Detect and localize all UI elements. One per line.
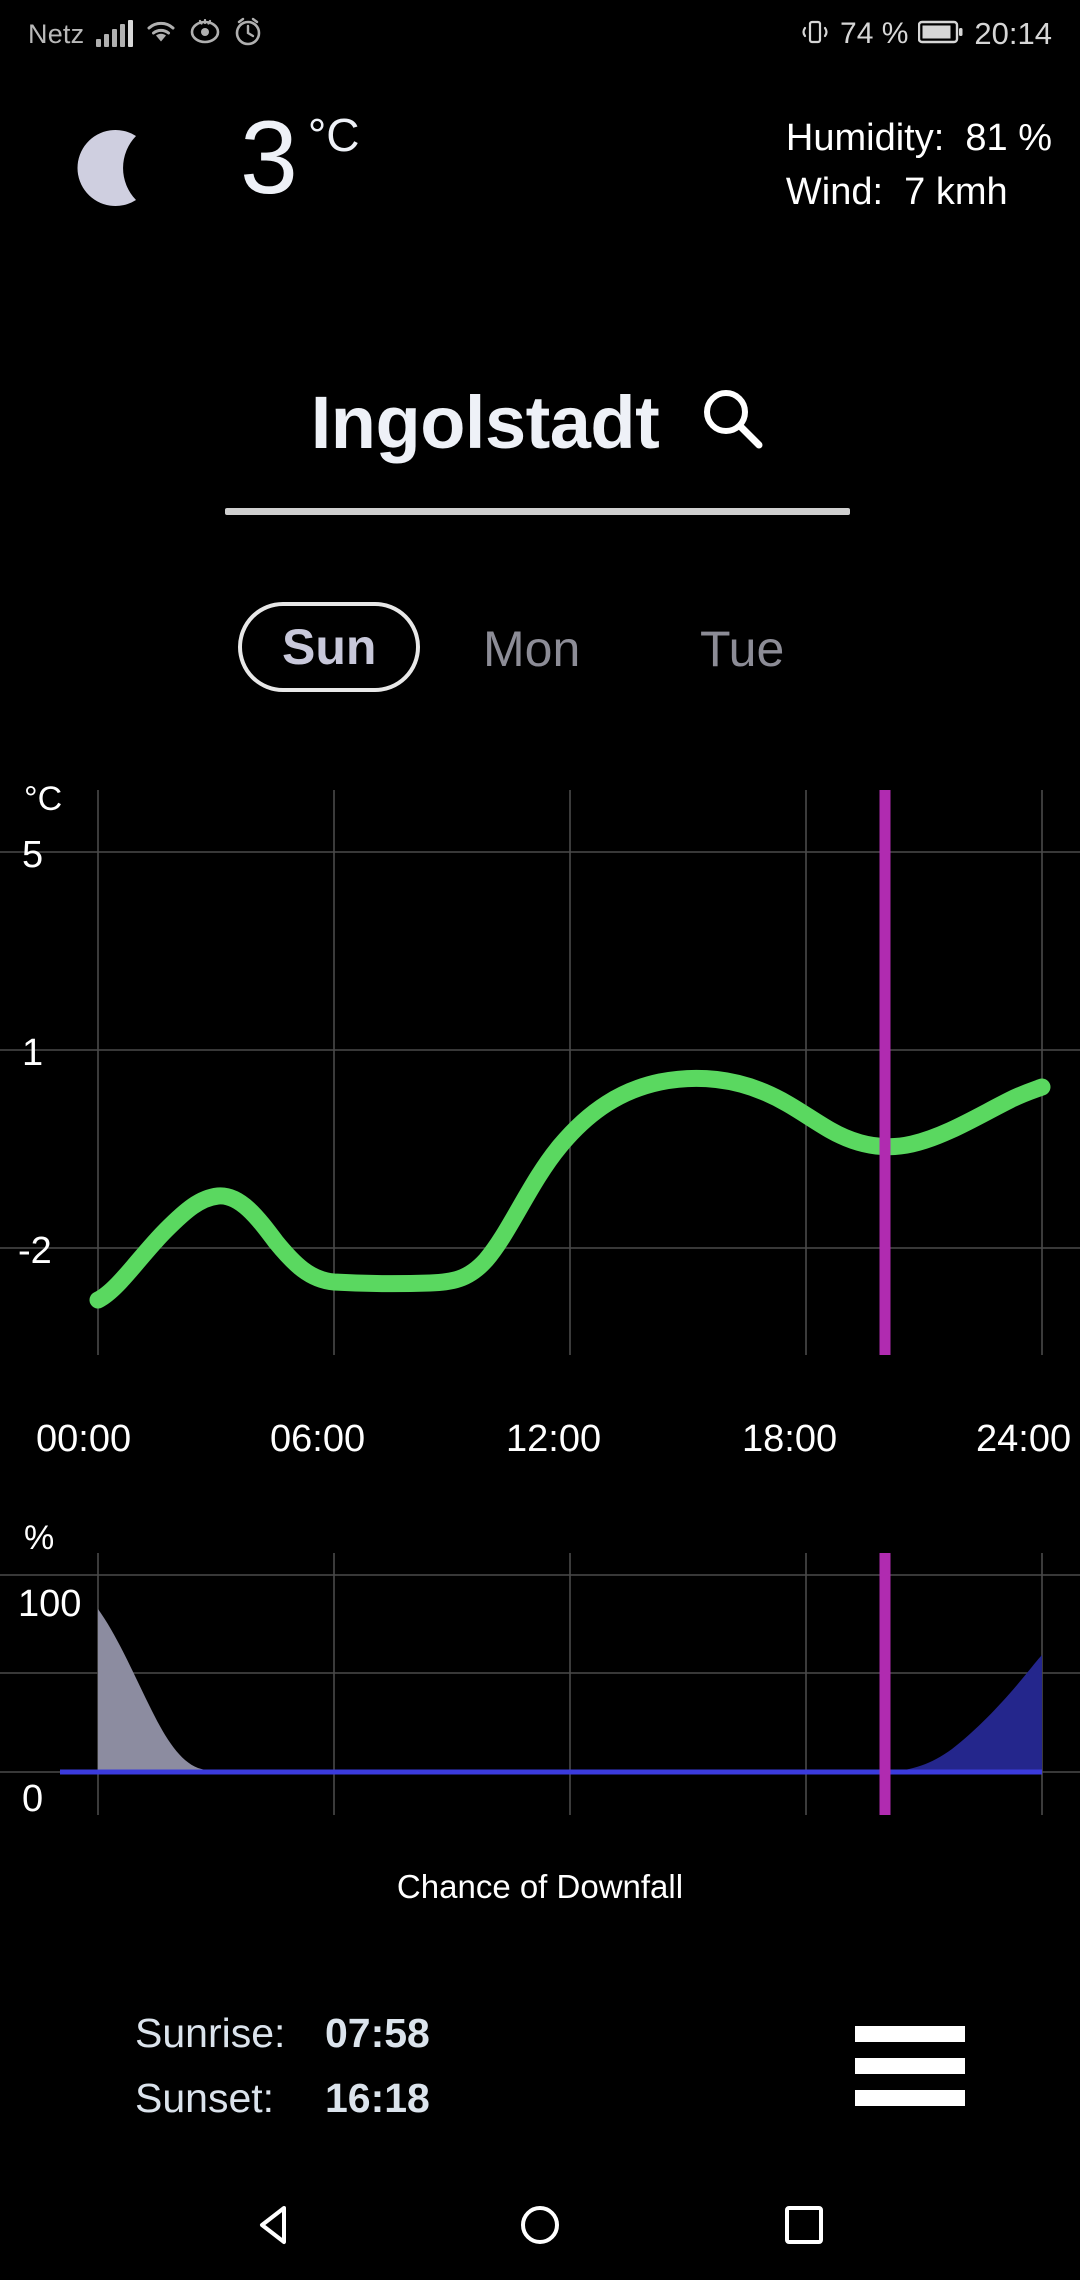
- temperature-chart-svg: [0, 790, 1080, 1355]
- carrier-label: Netz: [28, 18, 85, 49]
- wifi-icon: [145, 19, 177, 50]
- city-search-row[interactable]: Ingolstadt: [0, 380, 1080, 465]
- current-conditions-header: 3 °C Humidity: 81 % Wind: 7 kmh: [0, 100, 1080, 240]
- clock-label: 20:14: [974, 16, 1052, 51]
- temperature-ytick-minus2: -2: [18, 1230, 52, 1272]
- weather-app-screen: Netz 74 % 20:14 3 °C Humidity: 81 % Wind…: [0, 0, 1080, 2280]
- current-temperature: 3 °C: [240, 106, 359, 210]
- precipitation-past-area: [98, 1609, 250, 1773]
- xtick-2400: 24:00: [976, 1418, 1072, 1460]
- status-bar: Netz 74 % 20:14: [0, 0, 1080, 68]
- precipitation-ytick-0: 0: [22, 1778, 44, 1820]
- sunrise-row: Sunrise: 07:58: [135, 2010, 430, 2057]
- tab-day-mon[interactable]: Mon: [483, 620, 580, 678]
- temperature-axis-unit: °C: [24, 780, 63, 818]
- home-circle-icon[interactable]: [513, 2198, 567, 2252]
- xtick-0600: 06:00: [270, 1418, 366, 1460]
- temperature-ytick-1: 1: [22, 1032, 44, 1074]
- humidity-label: Humidity: 81 %: [785, 117, 1052, 159]
- precipitation-ytick-100: 100: [18, 1583, 82, 1625]
- android-navigation-bar: [0, 2170, 1080, 2280]
- search-icon[interactable]: [695, 383, 769, 462]
- temperature-unit: °C: [307, 109, 360, 161]
- tab-day-tue[interactable]: Tue: [700, 620, 784, 678]
- hamburger-menu-icon[interactable]: [855, 2026, 965, 2106]
- sunset-label: Sunset:: [135, 2075, 275, 2121]
- sunrise-label: Sunrise:: [135, 2010, 286, 2056]
- weather-details: Humidity: 81 % Wind: 7 kmh: [786, 112, 1052, 220]
- back-triangle-icon[interactable]: [249, 2198, 303, 2252]
- precipitation-chart-svg: [0, 1553, 1080, 1815]
- eye-icon: [189, 18, 221, 50]
- sun-times: Sunrise: 07:58 Sunset: 16:18: [135, 2010, 430, 2140]
- city-input-underline: [225, 508, 850, 515]
- xtick-1200: 12:00: [506, 1418, 602, 1460]
- sunset-row: Sunset: 16:18: [135, 2075, 430, 2122]
- temperature-value: 3: [240, 100, 298, 216]
- moon-icon: [60, 114, 170, 224]
- precipitation-chart: % 100 0: [0, 1519, 1080, 1820]
- status-bar-right: 74 % 20:14: [800, 16, 1052, 52]
- precipitation-grid-vertical: [97, 1553, 1043, 1815]
- xtick-0000: 00:00: [36, 1418, 132, 1460]
- recents-square-icon[interactable]: [777, 2198, 831, 2252]
- status-bar-left: Netz: [28, 17, 263, 52]
- battery-percent-label: 74 %: [840, 17, 909, 50]
- alarm-icon: [233, 17, 263, 52]
- precipitation-axis-unit: %: [24, 1519, 55, 1557]
- city-name[interactable]: Ingolstadt: [311, 380, 660, 465]
- temperature-grid-vertical: [97, 790, 1043, 1355]
- sunrise-value: 07:58: [325, 2010, 430, 2056]
- temperature-chart: °C 5 1 -2: [0, 780, 1080, 1390]
- signal-icon: [96, 20, 134, 47]
- tab-day-sun[interactable]: Sun: [238, 602, 421, 692]
- sunset-value: 16:18: [325, 2075, 430, 2121]
- xtick-1800: 18:00: [742, 1418, 838, 1460]
- vibrate-icon: [800, 17, 830, 52]
- wind-label: Wind: 7 kmh: [785, 170, 1008, 213]
- temperature-ytick-5: 5: [22, 834, 44, 876]
- precipitation-chart-caption: Chance of Downfall: [396, 1868, 684, 1905]
- time-axis: 00:00 06:00 12:00 18:00 24:00: [0, 1418, 1080, 1478]
- battery-icon: [918, 19, 964, 50]
